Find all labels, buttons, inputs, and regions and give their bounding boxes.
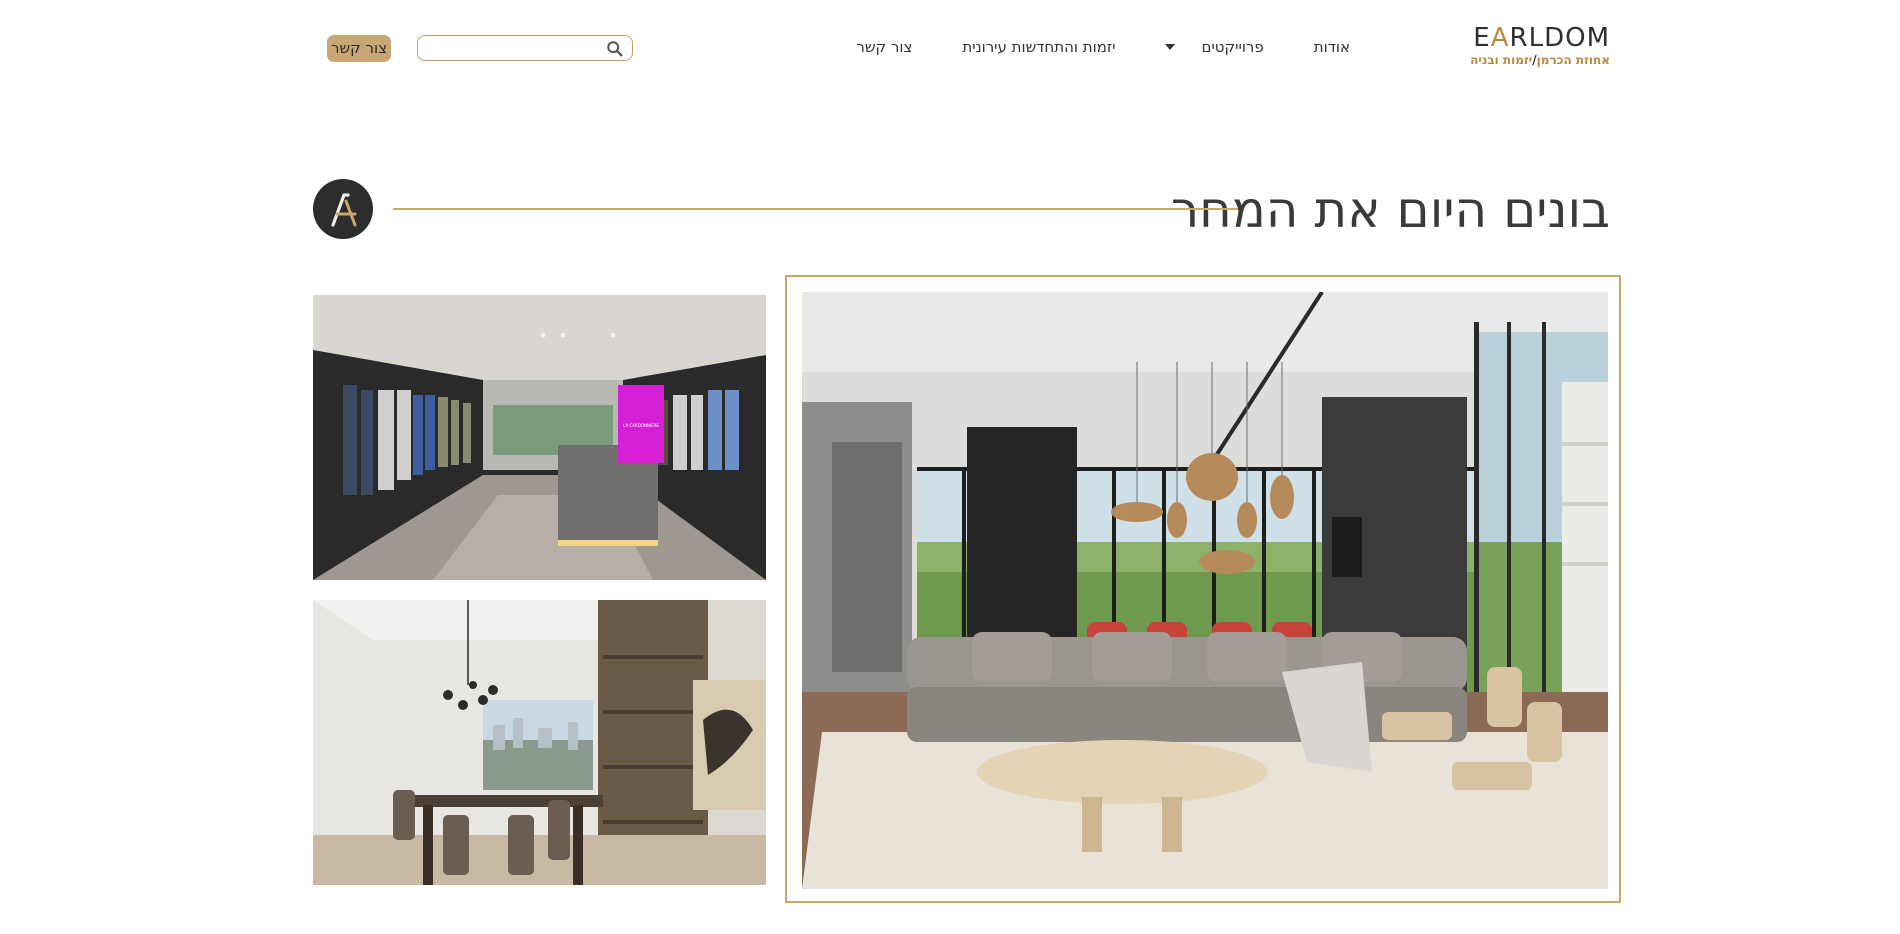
logo-tagline-left: אחוזת הכרמן <box>1536 53 1610 67</box>
clothing-store-image[interactable]: LA CARDONNIERE <box>313 295 766 580</box>
nav-item-label: יזמות והתחדשות עירונית <box>962 38 1116 56</box>
nav-item-label: אודות <box>1313 38 1350 56</box>
store-screen-text: LA CARDONNIERE <box>623 423 659 428</box>
nav-item-urban-renewal[interactable]: יזמות והתחדשות עירונית <box>962 38 1115 56</box>
search-input[interactable] <box>426 37 600 61</box>
logo-word-suffix: RLDOM <box>1509 23 1610 53</box>
chevron-down-icon[interactable] <box>1165 44 1176 50</box>
living-room-image[interactable] <box>802 292 1608 889</box>
dining-room-image[interactable] <box>313 600 766 885</box>
brand-monogram-icon <box>313 179 373 239</box>
page-title: בונים היום את המחר <box>1170 181 1610 239</box>
logo-tagline-right: יזמות ובניה <box>1470 53 1533 67</box>
nav-item-about[interactable]: אודות <box>1314 38 1350 56</box>
search-icon[interactable] <box>606 40 624 58</box>
logo-word-prefix: E <box>1473 23 1491 53</box>
logo-word-accent: A <box>1490 23 1510 53</box>
contact-button[interactable]: צור קשר <box>327 35 391 62</box>
logo-wordmark: EARLDOM <box>1460 24 1610 52</box>
title-divider <box>393 208 1238 210</box>
page: EARLDOM אחוזת הכרמן/יזמות ובניה אודות פר… <box>0 0 1900 934</box>
nav-item-projects[interactable]: פרוייקטים <box>1165 38 1264 56</box>
nav-item-label: פרוייקטים <box>1201 38 1264 56</box>
site-logo[interactable]: EARLDOM אחוזת הכרמן/יזמות ובניה <box>1460 24 1610 67</box>
search-box <box>417 35 633 61</box>
nav-item-label: צור קשר <box>856 38 913 56</box>
logo-tagline: אחוזת הכרמן/יזמות ובניה <box>1460 53 1610 67</box>
main-nav: אודות פרוייקטים יזמות והתחדשות עירונית צ… <box>806 38 1350 56</box>
nav-item-contact[interactable]: צור קשר <box>856 38 912 56</box>
